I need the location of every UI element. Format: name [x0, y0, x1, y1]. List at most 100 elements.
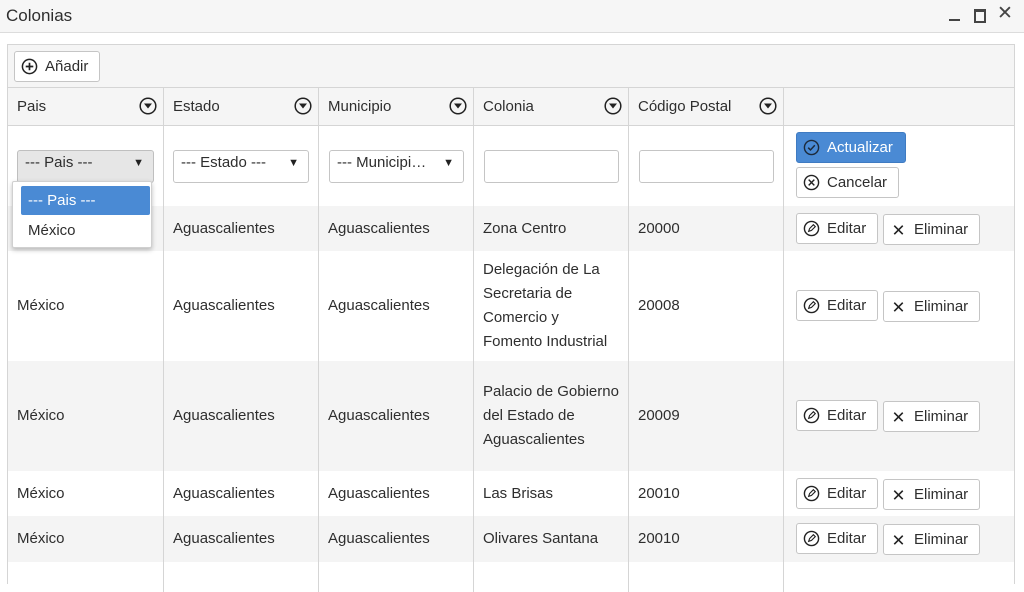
municipio-dropdown[interactable]: --- Municipio --- ▼ [329, 150, 464, 183]
header-municipio[interactable]: Municipio [319, 88, 474, 125]
edit-icon [803, 485, 820, 502]
edit-button[interactable]: Editar [796, 400, 878, 431]
header-label: Municipio [328, 98, 392, 115]
edit-button[interactable]: Editar [796, 290, 878, 321]
caret-down-icon: ▼ [133, 157, 144, 169]
minimize-icon[interactable] [947, 7, 963, 23]
table-row[interactable]: México Aguascalientes Aguascalientes Las… [8, 471, 1014, 516]
caret-down-icon: ▼ [288, 157, 299, 169]
colonia-input[interactable] [484, 150, 619, 183]
cell-pais: México [8, 361, 164, 471]
header-codigo-postal[interactable]: Código Postal [629, 88, 784, 125]
table-row[interactable]: Aguascalientes Aguascalientes Zona Centr… [8, 206, 1014, 251]
edit-row: --- Pais --- ▼ --- Estado --- ▼ --- Muni… [8, 126, 1014, 206]
delete-button[interactable]: Eliminar [883, 214, 980, 245]
delete-button[interactable]: Eliminar [883, 291, 980, 322]
estado-dropdown[interactable]: --- Estado --- ▼ [173, 150, 309, 183]
filter-icon[interactable] [604, 97, 622, 115]
filter-icon[interactable] [139, 97, 157, 115]
cell-actions: Editar Eliminar [784, 251, 1016, 361]
table-row[interactable]: México Aguascalientes Aguascalientes Pal… [8, 361, 1014, 471]
cell-municipio: Aguascalientes [319, 361, 474, 471]
estado-dropdown-value: --- Estado --- [181, 154, 267, 171]
delete-button[interactable]: Eliminar [883, 524, 980, 555]
cell-pais: México [8, 516, 164, 562]
pais-dropdown-list: --- Pais --- México [12, 181, 152, 248]
edit-cell-estado: --- Estado --- ▼ [164, 126, 319, 206]
cell-actions: Editar Eliminar [784, 516, 1016, 562]
cell-codigo-postal: 20008 [629, 251, 784, 361]
cell-colonia: Las Brisas [474, 471, 629, 516]
cell-estado: Aguascalientes [164, 251, 319, 361]
caret-down-icon: ▼ [443, 157, 454, 169]
cell-actions: Editar Eliminar [784, 471, 1016, 516]
edit-icon [803, 297, 820, 314]
maximize-icon[interactable] [972, 7, 988, 23]
cell-codigo-postal: 20010 [629, 471, 784, 516]
x-icon [893, 535, 904, 545]
filter-icon[interactable] [449, 97, 467, 115]
x-icon [893, 412, 904, 422]
cell-codigo-postal: 20009 [629, 361, 784, 471]
add-button-label: Añadir [45, 58, 89, 75]
cancel-button-label: Cancelar [827, 174, 888, 191]
edit-cell-cp [629, 126, 784, 206]
cell-municipio: Aguascalientes [319, 471, 474, 516]
codigo-postal-input[interactable] [639, 150, 774, 183]
grid-header: Pais Estado Municipio Colonia Código Pos… [8, 88, 1014, 126]
colonias-grid: Añadir Pais Estado Municipio Colonia Cód… [7, 44, 1015, 592]
delete-button[interactable]: Eliminar [883, 479, 980, 510]
filter-icon[interactable] [759, 97, 777, 115]
cell-estado: Aguascalientes [164, 471, 319, 516]
window-titlebar: Colonias ✕ [0, 0, 1024, 33]
header-actions [784, 88, 1016, 125]
x-icon [893, 490, 904, 500]
add-button[interactable]: Añadir [14, 51, 100, 82]
check-circle-icon [803, 139, 820, 156]
edit-cell-colonia [474, 126, 629, 206]
table-row[interactable]: México Aguascalientes Aguascalientes Del… [8, 251, 1014, 361]
municipio-dropdown-value: --- Municipio --- [337, 154, 434, 171]
edit-button[interactable]: Editar [796, 523, 878, 554]
header-estado[interactable]: Estado [164, 88, 319, 125]
cell-municipio [319, 562, 474, 592]
pais-option-mexico[interactable]: México [21, 216, 150, 245]
cell-municipio: Aguascalientes [319, 206, 474, 251]
cancel-button[interactable]: Cancelar [796, 167, 899, 198]
update-button-label: Actualizar [827, 139, 893, 156]
cell-colonia [474, 562, 629, 592]
cell-codigo-postal: 20010 [629, 516, 784, 562]
header-label: Pais [17, 98, 47, 115]
grid-toolbar: Añadir [8, 45, 1014, 88]
close-icon[interactable]: ✕ [997, 4, 1013, 23]
edit-button[interactable]: Editar [796, 478, 878, 509]
cell-estado: Aguascalientes [164, 361, 319, 471]
x-icon [893, 302, 904, 312]
edit-icon [803, 407, 820, 424]
table-row[interactable]: México Aguascalientes Aguascalientes Oli… [8, 516, 1014, 562]
header-label: Código Postal [638, 98, 732, 115]
pais-dropdown-value: --- Pais --- [25, 154, 93, 171]
cell-municipio: Aguascalientes [319, 251, 474, 361]
x-icon [893, 225, 904, 235]
edit-cell-municipio: --- Municipio --- ▼ [319, 126, 474, 206]
header-colonia[interactable]: Colonia [474, 88, 629, 125]
cell-estado: Aguascalientes [164, 516, 319, 562]
filter-icon[interactable] [294, 97, 312, 115]
delete-button[interactable]: Eliminar [883, 401, 980, 432]
header-pais[interactable]: Pais [8, 88, 164, 125]
cell-colonia: Olivares Santana [474, 516, 629, 562]
edit-icon [803, 530, 820, 547]
pais-dropdown[interactable]: --- Pais --- ▼ [17, 150, 154, 183]
cell-colonia: Palacio de Gobierno del Estado de Aguasc… [474, 361, 629, 471]
table-row[interactable] [8, 562, 1014, 592]
cell-codigo-postal: 20000 [629, 206, 784, 251]
update-button[interactable]: Actualizar [796, 132, 906, 163]
cell-colonia: Zona Centro [474, 206, 629, 251]
pais-option-default[interactable]: --- Pais --- [21, 186, 150, 215]
edit-button[interactable]: Editar [796, 213, 878, 244]
edit-cell-actions: Actualizar Cancelar [784, 126, 1016, 206]
cell-codigo-postal [629, 562, 784, 592]
cell-municipio: Aguascalientes [319, 516, 474, 562]
cell-actions: Editar Eliminar [784, 206, 1016, 251]
